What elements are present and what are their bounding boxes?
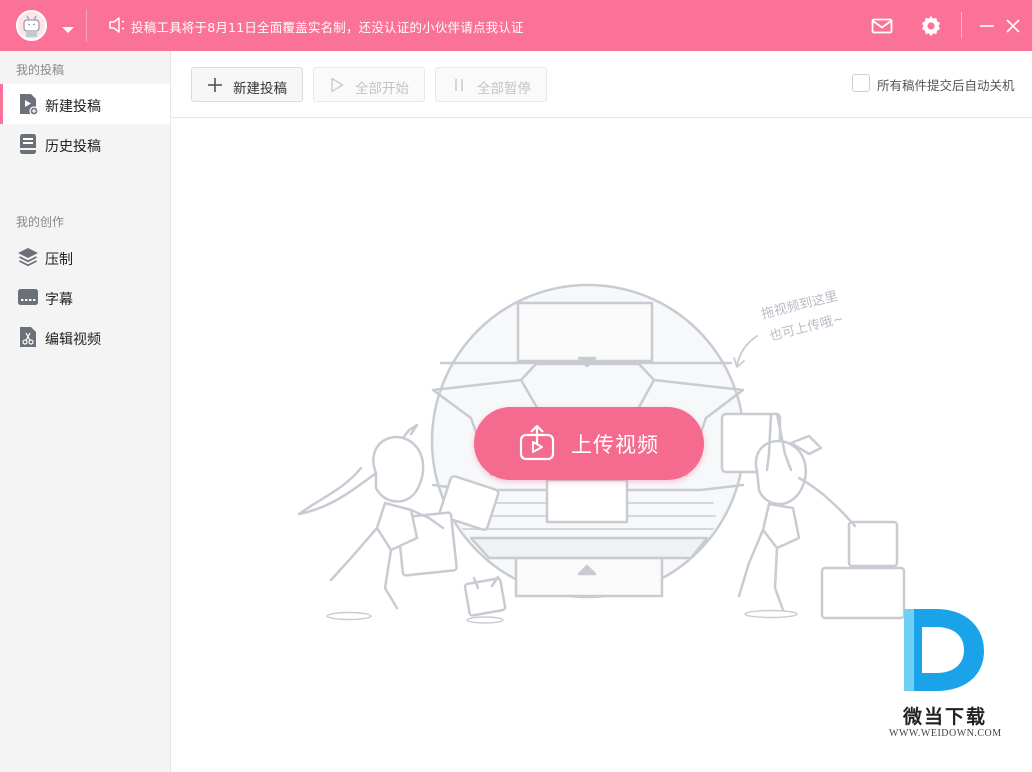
sidebar-item-label: 编辑视频 bbox=[45, 332, 101, 348]
speaker-icon bbox=[108, 16, 126, 38]
gear-icon[interactable] bbox=[918, 13, 944, 39]
pause-all-button[interactable]: 全部暂停 bbox=[435, 67, 547, 102]
new-upload-button[interactable]: 新建投稿 bbox=[191, 67, 303, 102]
upload-video-button[interactable]: 上传视频 bbox=[474, 407, 704, 480]
start-all-button[interactable]: 全部开始 bbox=[313, 67, 425, 102]
sidebar-item-label: 压制 bbox=[45, 252, 73, 268]
window-controls-divider bbox=[961, 12, 962, 39]
pause-all-label: 全部暂停 bbox=[477, 81, 531, 97]
sidebar-item-label: 历史投稿 bbox=[45, 139, 101, 155]
title-bar: 投稿工具将于8月11日全面覆盖实名制，还没认证的小伙伴请点我认证 bbox=[0, 0, 1032, 51]
watermark-name: 微当下载 bbox=[903, 706, 988, 728]
section-title-my-creation: 我的创作 bbox=[16, 215, 65, 229]
pause-icon bbox=[450, 76, 468, 94]
sidebar-item-subtitle[interactable]: 字幕 bbox=[0, 277, 170, 317]
close-icon[interactable] bbox=[1000, 13, 1026, 39]
auto-shutdown-label: 所有稿件提交后自动关机 bbox=[877, 78, 1015, 93]
start-all-label: 全部开始 bbox=[355, 81, 409, 97]
sidebar-item-label: 新建投稿 bbox=[45, 99, 101, 115]
new-upload-label: 新建投稿 bbox=[233, 81, 287, 97]
title-divider bbox=[86, 9, 87, 42]
layers-icon bbox=[17, 246, 39, 268]
sidebar-item-history[interactable]: 历史投稿 bbox=[0, 124, 170, 164]
upload-video-label: 上传视频 bbox=[571, 433, 659, 457]
subtitle-icon bbox=[17, 286, 39, 308]
new-upload-icon bbox=[17, 93, 39, 115]
sidebar-item-label: 字幕 bbox=[45, 292, 73, 308]
sidebar-item-compress[interactable]: 压制 bbox=[0, 237, 170, 277]
watermark-url: WWW.WEIDOWN.COM bbox=[889, 728, 1002, 739]
toolbar: 新建投稿 全部开始 全部暂停 所有稿件提交后自动关机 bbox=[171, 51, 1032, 118]
history-icon bbox=[17, 133, 39, 155]
minimize-icon[interactable] bbox=[974, 13, 1000, 39]
edit-video-icon bbox=[17, 326, 39, 348]
avatar[interactable] bbox=[16, 10, 47, 41]
sidebar-item-new-upload[interactable]: 新建投稿 bbox=[0, 84, 170, 124]
plus-icon bbox=[206, 76, 224, 94]
play-icon bbox=[328, 76, 346, 94]
sidebar-item-edit-video[interactable]: 编辑视频 bbox=[0, 317, 170, 357]
mail-icon[interactable] bbox=[869, 13, 895, 39]
realname-notice-link[interactable]: 投稿工具将于8月11日全面覆盖实名制，还没认证的小伙伴请点我认证 bbox=[131, 17, 524, 36]
sidebar: 我的投稿 新建投稿 历史投稿 我的创作 压制 字幕 编辑视频 bbox=[0, 51, 171, 772]
upload-icon bbox=[518, 424, 556, 466]
dropdown-icon[interactable] bbox=[61, 20, 75, 39]
section-title-my-uploads: 我的投稿 bbox=[16, 63, 65, 77]
weidown-logo-icon bbox=[896, 603, 992, 701]
auto-shutdown-checkbox[interactable] bbox=[852, 74, 870, 92]
